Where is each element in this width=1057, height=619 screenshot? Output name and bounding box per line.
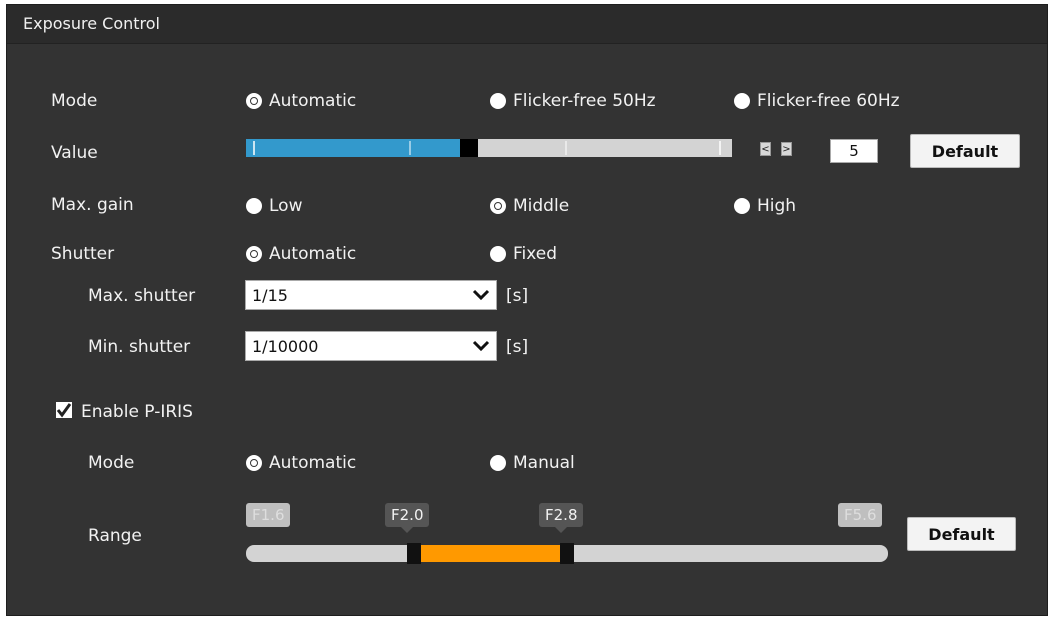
value-number-field[interactable]: 5 [830,139,878,163]
piris-range-handle-max[interactable] [560,543,574,564]
shutter-option-label: Fixed [513,244,558,264]
max-gain-option-label: Middle [513,196,570,216]
shutter-radio-fixed[interactable]: Fixed [490,244,557,264]
chevron-down-icon [472,340,490,352]
value-increment-button[interactable]: > [781,142,792,156]
min-shutter-unit: [s] [506,337,529,357]
max-gain-label: Max. gain [51,195,134,215]
enable-piris-checkbox[interactable] [56,402,72,418]
mode-radio-automatic[interactable]: Automatic [246,91,356,111]
piris-mode-label: Mode [88,453,135,473]
range-stop-f1-6: F1.6 [246,503,291,527]
max-gain-radio-high[interactable]: High [734,196,796,216]
max-gain-radio-middle[interactable]: Middle [490,196,569,216]
radio-unselected-icon [734,93,750,109]
mode-option-label: Flicker-free 60Hz [757,91,900,111]
piris-range-fill [419,545,563,562]
radio-unselected-icon [246,198,262,214]
max-shutter-select[interactable]: 1/15 [245,280,497,310]
min-shutter-value: 1/10000 [252,336,319,356]
max-shutter-label: Max. shutter [88,286,196,306]
piris-mode-option-label: Automatic [269,453,357,473]
max-gain-radio-low[interactable]: Low [246,196,302,216]
max-gain-option-label: High [757,196,797,216]
radio-unselected-icon [490,246,506,262]
value-slider-fill [246,139,460,157]
value-slider-thumb[interactable] [460,139,478,157]
value-label: Value [51,143,98,163]
radio-selected-icon [246,246,262,262]
value-slider[interactable] [246,139,732,159]
max-shutter-value: 1/15 [252,285,288,305]
range-stop-f2-0: F2.0 [385,503,430,533]
mode-option-label: Automatic [269,91,357,111]
max-gain-option-label: Low [269,196,303,216]
enable-piris-label: Enable P-IRIS [81,402,193,422]
radio-unselected-icon [490,93,506,109]
checkmark-icon [56,403,72,418]
shutter-radio-automatic[interactable]: Automatic [246,244,356,264]
panel-titlebar: Exposure Control [7,5,1047,44]
panel-title: Exposure Control [23,14,160,33]
mode-label: Mode [51,91,98,111]
radio-unselected-icon [490,455,506,471]
mode-radio-flicker-60[interactable]: Flicker-free 60Hz [734,91,900,111]
mode-radio-flicker-50[interactable]: Flicker-free 50Hz [490,91,656,111]
radio-selected-icon [490,198,506,214]
mode-option-label: Flicker-free 50Hz [513,91,656,111]
range-stop-f5-6: F5.6 [838,503,883,527]
range-stop-f2-8: F2.8 [539,503,584,533]
piris-mode-radio-manual[interactable]: Manual [490,453,575,473]
piris-mode-option-label: Manual [513,453,575,473]
max-shutter-unit: [s] [506,286,529,306]
min-shutter-label: Min. shutter [88,337,191,357]
shutter-label: Shutter [51,244,115,264]
radio-selected-icon [246,455,262,471]
chevron-down-icon [472,289,490,301]
piris-range-handle-min[interactable] [407,543,421,564]
range-label: Range [88,526,142,546]
min-shutter-select[interactable]: 1/10000 [245,331,497,361]
shutter-option-label: Automatic [269,244,357,264]
value-decrement-button[interactable]: < [760,142,771,156]
value-default-button[interactable]: Default [910,134,1020,168]
radio-unselected-icon [734,198,750,214]
piris-default-button[interactable]: Default [907,517,1016,551]
radio-selected-icon [246,93,262,109]
piris-range-slider[interactable] [245,543,890,565]
piris-mode-radio-automatic[interactable]: Automatic [246,453,356,473]
